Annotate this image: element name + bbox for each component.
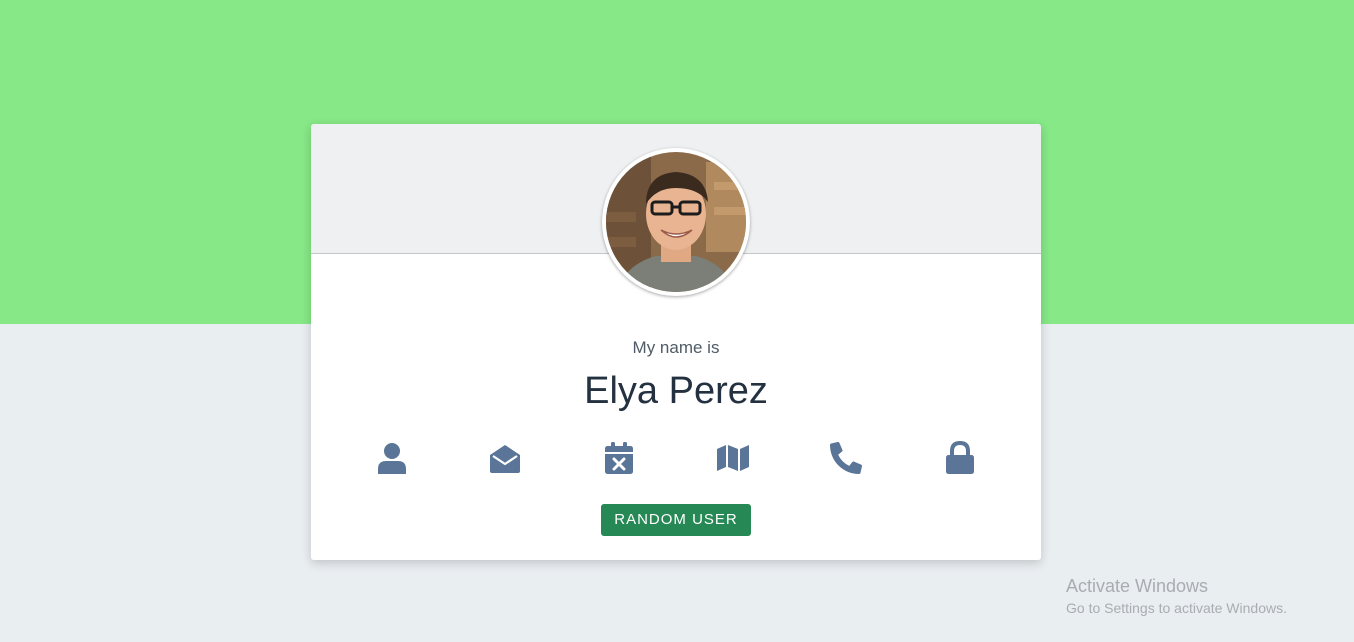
map-icon[interactable] [713,438,753,478]
info-icon-row [348,438,1030,478]
user-avatar [602,148,750,296]
lock-icon[interactable] [940,438,980,478]
envelope-open-icon[interactable] [485,438,525,478]
user-card: My name is Elya Perez RANDOM USER [311,124,1041,560]
user-icon[interactable] [372,438,412,478]
watermark-title: Activate Windows [1066,576,1209,596]
phone-icon[interactable] [826,438,866,478]
info-label: My name is [632,338,720,357]
user-name: Elya Perez [584,370,768,412]
calendar-x-icon[interactable] [599,438,639,478]
activate-windows-watermark: Activate Windows Go to Settings to activ… [1066,575,1287,618]
watermark-subtitle: Go to Settings to activate Windows. [1066,600,1287,616]
avatar-photo [606,152,746,292]
page: My name is Elya Perez RANDOM USER Activa… [0,0,1354,642]
random-user-button[interactable]: RANDOM USER [601,504,751,536]
